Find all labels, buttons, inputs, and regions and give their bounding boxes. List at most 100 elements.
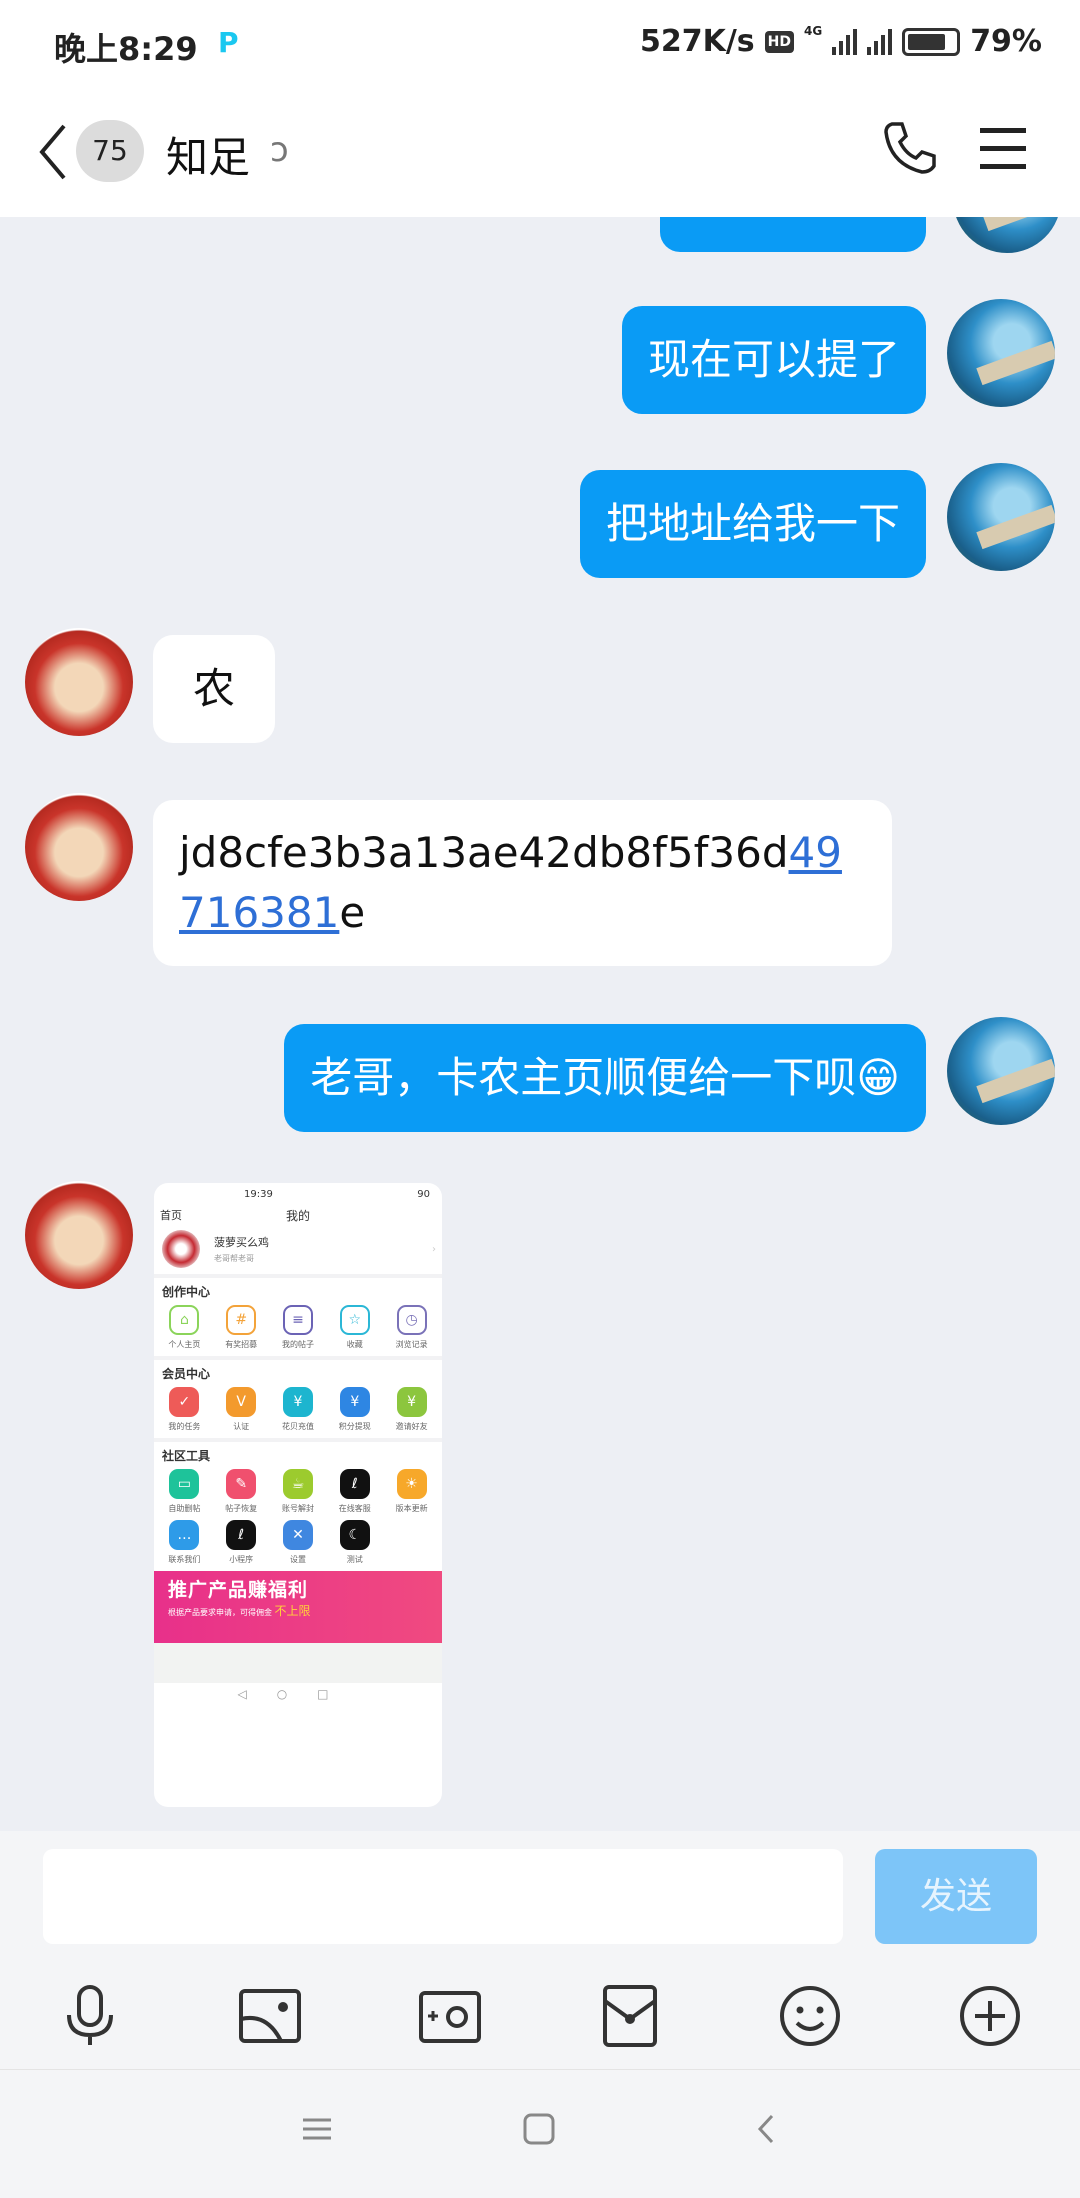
microphone-icon[interactable] <box>57 1983 123 2049</box>
shot-item-label: 版本更新 <box>395 1504 428 1513</box>
shot-item-icon: … <box>169 1520 200 1550</box>
shot-time: 19:39 <box>244 1189 273 1200</box>
signal-icon <box>832 28 858 55</box>
home-icon[interactable] <box>522 2112 556 2146</box>
send-button[interactable]: 发送 <box>875 1849 1037 1944</box>
chat-title[interactable]: 知足 <box>166 124 250 185</box>
shot-status-bar: 19:39 90 <box>154 1183 442 1202</box>
shot-grid-item: ◷ 浏览记录 <box>383 1305 440 1350</box>
message-bubble[interactable]: 现在可以提了 <box>621 306 926 414</box>
shot-item-icon: ✎ <box>226 1469 257 1499</box>
message-bubble[interactable]: 农 <box>153 635 276 743</box>
chat-header: 75 知足 ↄ <box>0 90 1080 217</box>
battery-icon <box>902 27 961 56</box>
shot-item-label: 账号解封 <box>281 1504 314 1513</box>
net-speed: 527K/s <box>639 24 755 59</box>
message-text: e <box>339 888 366 937</box>
shot-item-icon: ☾ <box>339 1520 370 1550</box>
my-avatar[interactable] <box>947 463 1055 571</box>
my-avatar[interactable] <box>947 1017 1055 1125</box>
shot-battery: 90 <box>417 1189 430 1200</box>
ear-icon[interactable]: ↄ <box>270 130 289 170</box>
back-icon[interactable] <box>750 2112 784 2146</box>
status-bar: 晚上8:29 P 527K/s HD 4G 79% <box>0 0 1080 90</box>
image-message[interactable]: 19:39 90 首页 我的 菠萝买么鸡 老哥帮老哥 › 创作中心 ⌂ 个人主页 # 有奖… <box>154 1183 442 1807</box>
shot-item-icon: ✓ <box>169 1387 200 1417</box>
shot-item-label: 花贝充值 <box>281 1422 314 1431</box>
message-text: jd8cfe3b3a13ae42db8f5f36d <box>179 828 789 877</box>
contact-avatar[interactable] <box>25 1181 133 1289</box>
unread-count-badge[interactable]: 75 <box>76 120 144 182</box>
shot-section: 社区工具 ▭ 自助删帖 ✎ 帖子恢复 ☕ 账号解封 ℓ 在线客服 ☀ 版本更新 … 联系我们 ℓ 小程序 ✕… <box>154 1438 442 1571</box>
shot-item-label: 小程序 <box>229 1555 254 1564</box>
hd-icon: HD <box>764 30 794 53</box>
back-chevron-icon[interactable] <box>34 122 74 182</box>
shot-item-icon: ¥ <box>339 1387 370 1417</box>
shot-item-label: 有奖招募 <box>225 1340 258 1349</box>
shot-username: 菠萝买么鸡 <box>214 1236 269 1249</box>
message-bubble[interactable]: 老哥，卡农主页顺便给一下呗😁 <box>284 1024 926 1132</box>
shot-banner: 推广产品赚福利 根据产品要求申请，可得佣金 不上限 <box>154 1571 442 1643</box>
shot-item-icon: ℓ <box>339 1469 370 1499</box>
shot-section: 创作中心 ⌂ 个人主页 # 有奖招募 ≡ 我的帖子 ☆ 收藏 ◷ 浏览记录 <box>154 1274 442 1356</box>
recent-apps-icon[interactable] <box>300 2112 334 2146</box>
shot-item-label: 设置 <box>289 1555 306 1564</box>
shot-grid-item: ⌂ 个人主页 <box>156 1305 213 1350</box>
shot-item-label: 联系我们 <box>168 1555 201 1564</box>
shot-grid-item: ≡ 我的帖子 <box>270 1305 327 1350</box>
image-icon[interactable] <box>237 1983 303 2049</box>
shot-grid-item: ☆ 收藏 <box>326 1305 383 1350</box>
shot-grid-item: # 有奖招募 <box>213 1305 270 1350</box>
red-packet-icon[interactable] <box>597 1983 663 2049</box>
shot-grid-item: ✕ 设置 <box>270 1520 327 1565</box>
shot-grid-item: ✓ 我的任务 <box>156 1387 213 1432</box>
shot-item-icon: # <box>226 1305 257 1335</box>
my-avatar[interactable] <box>947 299 1055 407</box>
app-indicator-icon: P <box>218 26 239 59</box>
shot-item-icon: ▭ <box>169 1469 200 1499</box>
shot-item-icon: ☆ <box>339 1305 370 1335</box>
emoji-icon[interactable] <box>777 1983 843 2049</box>
message-bubble[interactable]: jd8cfe3b3a13ae42db8f5f36d49716381e <box>153 800 892 966</box>
shot-grid-item: ✎ 帖子恢复 <box>213 1469 270 1514</box>
contact-avatar[interactable] <box>25 628 133 736</box>
shot-section: 会员中心 ✓ 我的任务 V 认证 ¥ 花贝充值 ¥ 积分提现 ¥ 邀请好友 <box>154 1356 442 1438</box>
shot-grid-item: ¥ 邀请好友 <box>383 1387 440 1432</box>
shot-header: 首页 我的 <box>154 1202 442 1226</box>
shot-section-title: 社区工具 <box>162 1449 211 1463</box>
shot-grid-item: ▭ 自助删帖 <box>156 1469 213 1514</box>
shot-item-label: 个人主页 <box>168 1340 201 1349</box>
phone-icon[interactable] <box>880 118 940 178</box>
banner-sub: 根据产品要求申请，可得佣金 <box>168 1608 272 1617</box>
plus-icon[interactable] <box>957 1983 1023 2049</box>
shot-grid-item: ℓ 小程序 <box>213 1520 270 1565</box>
shot-item-icon: ☕ <box>282 1469 313 1499</box>
signal-icon-2 <box>867 28 893 55</box>
message-input[interactable] <box>43 1849 843 1944</box>
shot-grid-item: V 认证 <box>213 1387 270 1432</box>
shot-item-label: 我的任务 <box>168 1422 201 1431</box>
shot-grid-item: ℓ 在线客服 <box>326 1469 383 1514</box>
menu-icon[interactable] <box>980 128 1026 169</box>
shot-grid-item: ☀ 版本更新 <box>383 1469 440 1514</box>
shot-item-icon: ¥ <box>282 1387 313 1417</box>
shot-grid-item: … 联系我们 <box>156 1520 213 1565</box>
contact-avatar[interactable] <box>25 793 133 901</box>
shot-grid-item: ¥ 积分提现 <box>326 1387 383 1432</box>
message-bubble-partial[interactable] <box>660 217 926 252</box>
shot-item-label: 测试 <box>346 1555 363 1564</box>
shot-item-label: 我的帖子 <box>281 1340 314 1349</box>
battery-percent: 79% <box>970 24 1042 59</box>
status-right: 527K/s HD 4G 79% <box>640 24 1042 59</box>
shot-item-label: 自助删帖 <box>168 1504 201 1513</box>
status-time: 晚上8:29 <box>54 30 198 68</box>
camera-icon[interactable] <box>417 1983 483 2049</box>
message-bubble[interactable]: 把地址给我一下 <box>579 470 926 578</box>
system-nav-bar <box>0 2069 1080 2198</box>
shot-title: 我的 <box>286 1209 311 1223</box>
shot-item-label: 浏览记录 <box>395 1340 428 1349</box>
shot-section-title: 会员中心 <box>162 1367 211 1381</box>
shot-profile: 菠萝买么鸡 老哥帮老哥 › <box>154 1226 442 1274</box>
network-type: 4G <box>803 24 823 38</box>
shot-item-label: 收藏 <box>346 1340 363 1349</box>
